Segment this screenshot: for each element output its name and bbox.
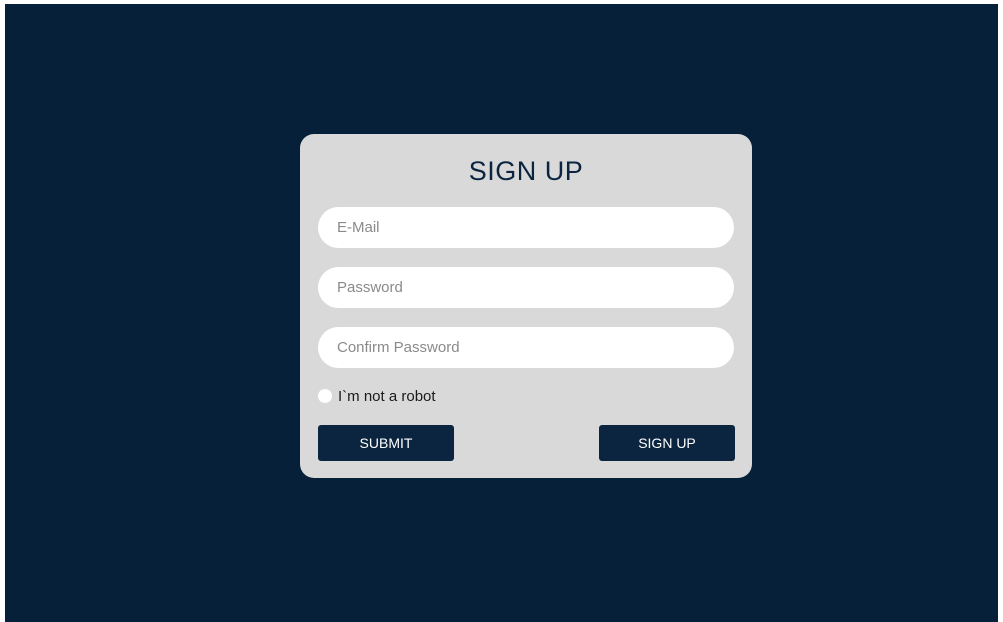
robot-check-label: I`m not a robot [338, 387, 436, 405]
robot-check[interactable]: I`m not a robot [318, 387, 436, 405]
form-title: SIGN UP [468, 156, 584, 186]
confirm-password-field[interactable] [318, 327, 734, 368]
signup-card: SIGN UP I`m not a robot SUBMIT SIGN UP [300, 134, 752, 478]
sign-up-button[interactable]: SIGN UP [599, 425, 735, 461]
submit-button[interactable]: SUBMIT [318, 425, 454, 461]
page-background: SIGN UP I`m not a robot SUBMIT SIGN UP [5, 4, 998, 622]
password-field[interactable] [318, 267, 734, 308]
robot-radio[interactable] [318, 389, 332, 403]
email-field[interactable] [318, 207, 734, 248]
